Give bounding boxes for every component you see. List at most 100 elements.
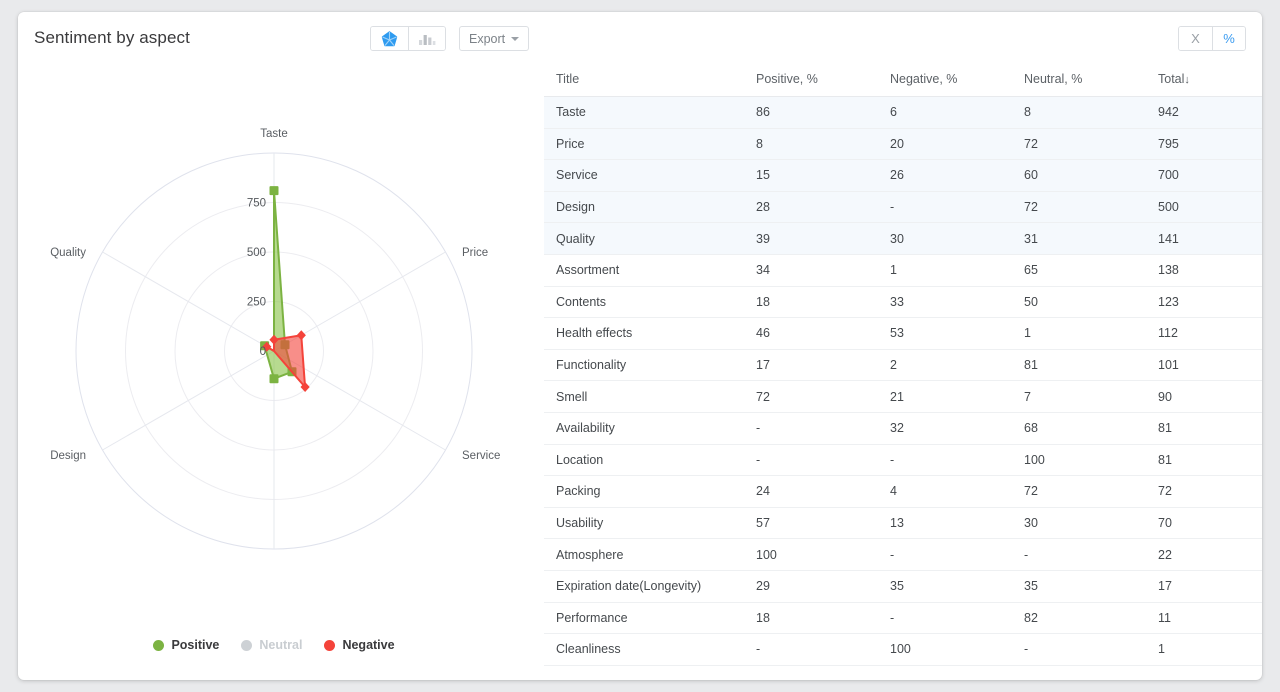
cell-negative: - [878,539,1012,571]
unit-toggle-percent-button[interactable]: % [1212,27,1245,50]
unit-toggle-absolute-button[interactable]: X [1179,27,1212,50]
cell-title: Quality [544,223,744,255]
svg-text:750: 750 [247,198,266,210]
cell-title: Location [544,444,744,476]
column-header-title[interactable]: Title [544,72,744,97]
cell-negative: 53 [878,318,1012,350]
cell-total: 11 [1146,602,1262,634]
cell-total: 795 [1146,128,1262,160]
table-row[interactable]: Taste8668942 [544,97,1262,129]
cell-positive: 39 [744,223,878,255]
table-row[interactable]: Functionality17281101 [544,349,1262,381]
column-header-positive[interactable]: Positive, % [744,72,878,97]
cell-total: 101 [1146,349,1262,381]
cell-positive: 15 [744,160,878,192]
cell-title: Health effects [544,318,744,350]
legend-item-positive[interactable]: Positive [153,638,219,652]
table-row[interactable]: Design28-72500 [544,191,1262,223]
column-header-negative[interactable]: Negative, % [878,72,1012,97]
legend-item-neutral[interactable]: Neutral [241,638,302,652]
cell-positive: 72 [744,381,878,413]
table-row[interactable]: Location--10081 [544,444,1262,476]
table-row[interactable]: Health effects46531112 [544,318,1262,350]
cell-neutral: 50 [1012,286,1146,318]
cell-neutral: 82 [1012,602,1146,634]
cell-negative: 21 [878,381,1012,413]
table-row[interactable]: Smell7221790 [544,381,1262,413]
sort-descending-icon: ↓ [1184,74,1190,86]
svg-text:500: 500 [247,247,266,259]
cell-neutral: 1 [1012,318,1146,350]
radar-label-price: Price [462,247,488,259]
legend-dot-positive [153,640,164,651]
unit-toggle-group: X % [1178,26,1246,51]
cell-total: 138 [1146,254,1262,286]
table-row[interactable]: Usability57133070 [544,507,1262,539]
cell-total: 112 [1146,318,1262,350]
cell-positive: 18 [744,286,878,318]
cell-negative: 35 [878,570,1012,602]
cell-negative: 32 [878,412,1012,444]
cell-total: 90 [1146,381,1262,413]
cell-total: 22 [1146,539,1262,571]
table-row[interactable]: Performance18-8211 [544,602,1262,634]
cell-negative: 6 [878,97,1012,129]
radar-label-taste: Taste [260,128,288,140]
table-row[interactable]: Contents183350123 [544,286,1262,318]
export-button-label: Export [469,32,505,46]
cell-total: 72 [1146,476,1262,508]
cell-neutral: 72 [1012,476,1146,508]
table-row[interactable]: Availability-326881 [544,412,1262,444]
cell-positive: 100 [744,539,878,571]
sentiment-by-aspect-card: Sentiment by aspect Export [18,12,1262,680]
cell-neutral: 30 [1012,507,1146,539]
chart-type-toggle-group [370,26,446,51]
export-button[interactable]: Export [459,26,529,51]
cell-title: Taste [544,97,744,129]
cell-total: 500 [1146,191,1262,223]
cell-neutral: 35 [1012,570,1146,602]
table-row[interactable]: Packing2447272 [544,476,1262,508]
cell-negative: 2 [878,349,1012,381]
cell-negative: 30 [878,223,1012,255]
legend-dot-neutral [241,640,252,651]
cell-neutral: 7 [1012,381,1146,413]
cell-negative: - [878,191,1012,223]
cell-title: Atmosphere [544,539,744,571]
page-title: Sentiment by aspect [34,28,190,48]
cell-total: 123 [1146,286,1262,318]
cell-neutral: 100 [1012,444,1146,476]
cell-positive: - [744,412,878,444]
cell-title: Usability [544,507,744,539]
table-row[interactable]: Assortment34165138 [544,254,1262,286]
cell-positive: 24 [744,476,878,508]
cell-positive: - [744,444,878,476]
legend-dot-negative [324,640,335,651]
legend-item-negative[interactable]: Negative [324,638,394,652]
table-row[interactable]: Quality393031141 [544,223,1262,255]
cell-negative: - [878,444,1012,476]
table-row[interactable]: Price82072795 [544,128,1262,160]
cell-positive: 34 [744,254,878,286]
bar-chart-toggle-button[interactable] [408,27,445,50]
cell-negative: 33 [878,286,1012,318]
cell-neutral: 81 [1012,349,1146,381]
cell-positive: 29 [744,570,878,602]
cell-neutral: - [1012,539,1146,571]
table-row[interactable]: Cleanliness-100-1 [544,634,1262,666]
svg-text:250: 250 [247,297,266,309]
column-header-total[interactable]: Total↓ [1146,72,1262,97]
cell-title: Price [544,128,744,160]
cell-negative: 26 [878,160,1012,192]
table-row[interactable]: Atmosphere100--22 [544,539,1262,571]
table-row[interactable]: Service152660700 [544,160,1262,192]
radar-chart-toggle-button[interactable] [371,27,408,50]
table-row[interactable]: Expiration date(Longevity)29353517 [544,570,1262,602]
cell-title: Expiration date(Longevity) [544,570,744,602]
cell-title: Availability [544,412,744,444]
cell-neutral: 60 [1012,160,1146,192]
column-header-neutral[interactable]: Neutral, % [1012,72,1146,97]
cell-title: Performance [544,602,744,634]
radar-chart: 0 250 500 750 Taste Price Service Design… [26,114,522,614]
svg-text:0: 0 [260,346,266,358]
